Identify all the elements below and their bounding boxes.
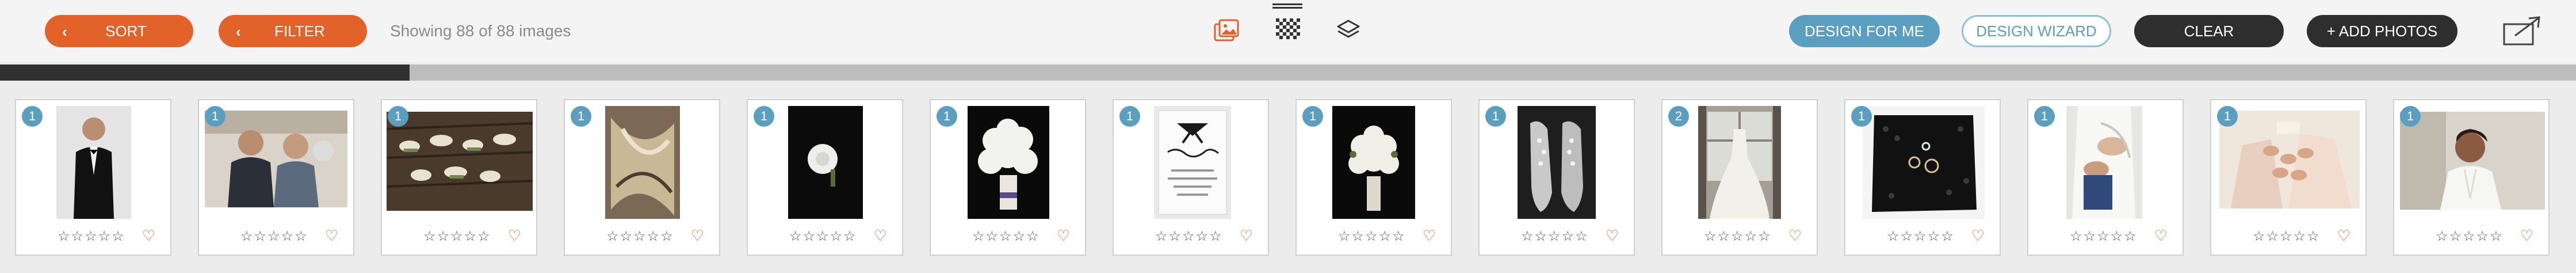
star-rating[interactable]: ☆☆☆☆☆	[606, 228, 674, 245]
photo-thumbnail	[1332, 106, 1415, 219]
photo-thumbnail	[788, 106, 863, 219]
star-rating[interactable]: ☆☆☆☆☆	[1521, 228, 1589, 245]
photo-thumbnail	[56, 106, 131, 219]
usage-count-badge: 1	[1485, 106, 1506, 127]
top-toolbar: ‹ SORT ‹ FILTER Showing 88 of 88 images …	[0, 0, 2576, 62]
progress-bar	[0, 65, 2576, 81]
star-rating[interactable]: ☆☆☆☆☆	[1887, 228, 1955, 245]
photo-card[interactable]: 1 ☆☆☆☆☆ ♡	[198, 99, 354, 256]
photo-card[interactable]: 1 ☆☆☆☆☆ ♡	[564, 99, 720, 256]
usage-count-badge: 1	[22, 106, 43, 127]
star-rating[interactable]: ☆☆☆☆☆	[58, 228, 125, 245]
design-for-me-button[interactable]: DESIGN FOR ME	[1789, 15, 1940, 47]
photo-thumbnail	[1518, 106, 1596, 219]
favorite-heart-icon[interactable]: ♡	[1240, 227, 1253, 245]
photo-thumbnail	[2219, 111, 2360, 208]
favorite-heart-icon[interactable]: ♡	[325, 227, 338, 245]
favorite-heart-icon[interactable]: ♡	[142, 227, 155, 245]
star-rating[interactable]: ☆☆☆☆☆	[2253, 228, 2321, 245]
photo-thumbnail	[1698, 106, 1781, 219]
export-icon[interactable]	[2502, 16, 2543, 46]
favorite-heart-icon[interactable]: ♡	[1423, 227, 1436, 245]
photo-card[interactable]: 1 ☆☆☆☆☆ ♡	[1844, 99, 2001, 256]
usage-count-badge: 2	[1668, 106, 1689, 127]
usage-count-badge: 1	[2217, 106, 2238, 127]
favorite-heart-icon[interactable]: ♡	[508, 227, 521, 245]
star-rating[interactable]: ☆☆☆☆☆	[1155, 228, 1223, 245]
usage-count-badge: 1	[754, 106, 774, 127]
photo-card[interactable]: 1 ☆☆☆☆☆ ♡	[15, 99, 171, 256]
photo-thumbnail	[387, 112, 533, 211]
sort-button-label: SORT	[105, 22, 147, 40]
usage-count-badge: 1	[388, 106, 408, 127]
filter-button-label: FILTER	[274, 22, 325, 40]
favorite-heart-icon[interactable]: ♡	[1788, 227, 1802, 245]
photo-card[interactable]: 1 ☆☆☆☆☆ ♡	[381, 99, 537, 256]
chevron-left-icon: ‹	[62, 23, 67, 40]
favorite-heart-icon[interactable]: ♡	[691, 227, 704, 245]
usage-count-badge: 1	[205, 106, 226, 127]
photo-thumbnail	[1863, 106, 1985, 219]
clear-button[interactable]: CLEAR	[2134, 15, 2284, 47]
star-rating[interactable]: ☆☆☆☆☆	[972, 228, 1040, 245]
star-rating[interactable]: ☆☆☆☆☆	[1704, 228, 1772, 245]
photo-thumbnail	[2400, 112, 2545, 210]
photo-card[interactable]: 1 ☆☆☆☆☆ ♡	[1295, 99, 1452, 256]
layers-icon[interactable]	[1336, 17, 1361, 43]
usage-count-badge: 1	[2034, 106, 2055, 127]
star-rating[interactable]: ☆☆☆☆☆	[1338, 228, 1406, 245]
photo-filmstrip: 1 ☆☆☆☆☆ ♡ 1 ☆☆☆☆☆ ♡ 1 ☆☆☆☆☆ ♡ 1 ☆☆☆☆☆ ♡ …	[0, 92, 2576, 265]
design-wizard-button[interactable]: DESIGN WIZARD	[1962, 15, 2111, 47]
star-rating[interactable]: ☆☆☆☆☆	[2436, 228, 2504, 245]
photo-thumbnail	[1154, 106, 1231, 219]
photo-card[interactable]: 1 ☆☆☆☆☆ ♡	[2393, 99, 2550, 256]
favorite-heart-icon[interactable]: ♡	[2520, 227, 2533, 245]
photo-card[interactable]: 2 ☆☆☆☆☆ ♡	[1661, 99, 1818, 256]
photo-card[interactable]: 1 ☆☆☆☆☆ ♡	[930, 99, 1086, 256]
photo-thumbnail	[2066, 106, 2142, 219]
photo-card[interactable]: 1 ☆☆☆☆☆ ♡	[2027, 99, 2184, 256]
add-photos-button[interactable]: + ADD PHOTOS	[2307, 15, 2457, 47]
usage-count-badge: 1	[1119, 106, 1140, 127]
photo-card[interactable]: 1 ☆☆☆☆☆ ♡	[1478, 99, 1635, 256]
star-rating[interactable]: ☆☆☆☆☆	[240, 228, 308, 245]
favorite-heart-icon[interactable]: ♡	[2337, 227, 2350, 245]
grid-pattern-icon[interactable]	[1271, 2, 1304, 44]
chevron-left-icon: ‹	[236, 23, 241, 40]
photo-thumbnail	[605, 106, 680, 219]
photo-card[interactable]: 1 ☆☆☆☆☆ ♡	[1113, 99, 1269, 256]
photo-card[interactable]: 1 ☆☆☆☆☆ ♡	[747, 99, 903, 256]
image-count-status: Showing 88 of 88 images	[390, 22, 571, 40]
favorite-heart-icon[interactable]: ♡	[1971, 227, 1985, 245]
usage-count-badge: 1	[1302, 106, 1323, 127]
usage-count-badge: 1	[1851, 106, 1872, 127]
favorite-heart-icon[interactable]: ♡	[1606, 227, 1619, 245]
favorite-heart-icon[interactable]: ♡	[874, 227, 887, 245]
filter-button[interactable]: ‹ FILTER	[219, 15, 367, 47]
star-rating[interactable]: ☆☆☆☆☆	[423, 228, 491, 245]
photo-thumbnail	[968, 106, 1049, 219]
favorite-heart-icon[interactable]: ♡	[2154, 227, 2168, 245]
photo-card[interactable]: 1 ☆☆☆☆☆ ♡	[2210, 99, 2367, 256]
star-rating[interactable]: ☆☆☆☆☆	[789, 228, 857, 245]
usage-count-badge: 1	[571, 106, 591, 127]
usage-count-badge: 1	[937, 106, 957, 127]
star-rating[interactable]: ☆☆☆☆☆	[2070, 228, 2138, 245]
photos-icon[interactable]	[1214, 18, 1239, 43]
favorite-heart-icon[interactable]: ♡	[1057, 227, 1070, 245]
sort-button[interactable]: ‹ SORT	[45, 15, 193, 47]
progress-fill	[0, 65, 410, 81]
usage-count-badge: 1	[2400, 106, 2421, 127]
photo-thumbnail	[205, 111, 347, 207]
